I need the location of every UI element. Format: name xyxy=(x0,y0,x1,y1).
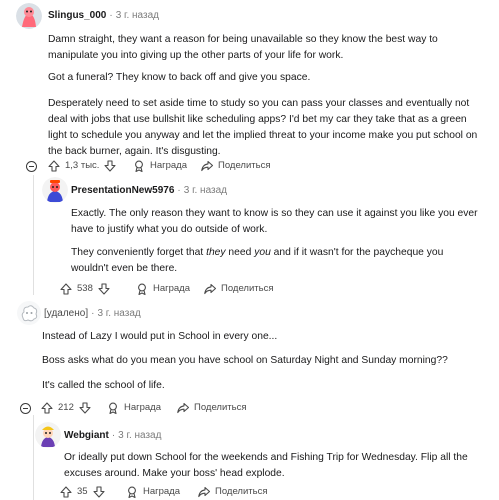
collapse-thread-button[interactable] xyxy=(20,403,31,414)
vote-count: 538 xyxy=(77,283,93,294)
vote-count: 1,3 тыс. xyxy=(65,160,100,171)
comment-paragraph: Desperately need to set aside time to st… xyxy=(48,98,478,157)
award-button[interactable]: Награда xyxy=(106,400,161,416)
award-icon xyxy=(125,485,139,499)
separator-dot: · xyxy=(109,10,113,21)
timestamp[interactable]: 3 г. назад xyxy=(97,308,140,319)
vote-count: 212 xyxy=(58,402,74,413)
collapse-thread-button[interactable] xyxy=(26,161,37,172)
award-button[interactable]: Награда xyxy=(135,281,190,297)
comment-paragraph: Boss asks what do you mean you have scho… xyxy=(42,355,448,366)
award-label: Награда xyxy=(124,402,162,413)
username[interactable]: PresentationNew5976 xyxy=(71,185,174,196)
vote-count: 35 xyxy=(77,486,88,497)
share-label: Поделиться xyxy=(194,402,247,413)
share-icon xyxy=(200,159,214,173)
upvote-icon[interactable] xyxy=(59,485,73,499)
share-icon xyxy=(203,282,217,296)
share-button[interactable]: Поделиться xyxy=(197,484,267,500)
timestamp[interactable]: 3 г. назад xyxy=(116,10,159,21)
upvote-icon[interactable] xyxy=(59,282,73,296)
comment-paragraph: It's called the school of life. xyxy=(42,380,165,391)
comment-paragraph: Got a funeral? They know to back off and… xyxy=(48,72,311,83)
award-icon xyxy=(106,401,120,415)
share-button[interactable]: Поделиться xyxy=(203,281,273,297)
upvote-icon[interactable] xyxy=(47,159,61,173)
separator-dot: · xyxy=(177,185,181,196)
thread-line xyxy=(33,175,34,295)
award-button[interactable]: Награда xyxy=(125,484,180,500)
separator-dot: · xyxy=(111,430,116,441)
deleted-username: [удалено] xyxy=(44,308,89,319)
comment-paragraph: Or ideally put down School for the weeke… xyxy=(64,452,468,479)
deleted-avatar xyxy=(16,300,42,326)
downvote-icon[interactable] xyxy=(103,159,117,173)
username[interactable]: Webgiant xyxy=(64,430,109,441)
avatar[interactable] xyxy=(35,422,61,448)
avatar[interactable] xyxy=(42,177,68,203)
share-label: Поделиться xyxy=(221,283,274,294)
timestamp[interactable]: 3 г. назад xyxy=(118,430,161,441)
share-label: Поделиться xyxy=(218,160,271,171)
award-label: Награда xyxy=(150,160,188,171)
comment-paragraph: Instead of Lazy I would put in School in… xyxy=(42,331,278,342)
avatar[interactable] xyxy=(16,3,42,29)
share-button[interactable]: Поделиться xyxy=(200,158,270,174)
share-label: Поделиться xyxy=(215,486,268,497)
thread-line xyxy=(33,415,34,500)
award-button[interactable]: Награда xyxy=(132,158,187,174)
downvote-icon[interactable] xyxy=(97,282,111,296)
comment-paragraph: They conveniently forget that they need … xyxy=(71,247,444,274)
share-icon xyxy=(197,485,211,499)
downvote-icon[interactable] xyxy=(92,485,106,499)
award-icon xyxy=(135,282,149,296)
comment-paragraph: Damn straight, they want a reason for be… xyxy=(48,34,438,61)
award-icon xyxy=(132,159,146,173)
downvote-icon[interactable] xyxy=(78,401,92,415)
upvote-icon[interactable] xyxy=(40,401,54,415)
timestamp[interactable]: 3 г. назад xyxy=(184,185,227,196)
comment-paragraph: Exactly. The only reason they want to kn… xyxy=(71,208,478,235)
username[interactable]: Slingus_000 xyxy=(48,10,106,21)
award-label: Награда xyxy=(153,283,191,294)
share-button[interactable]: Поделиться xyxy=(176,400,246,416)
award-label: Награда xyxy=(143,486,181,497)
separator-dot: · xyxy=(91,308,95,319)
share-icon xyxy=(176,401,190,415)
